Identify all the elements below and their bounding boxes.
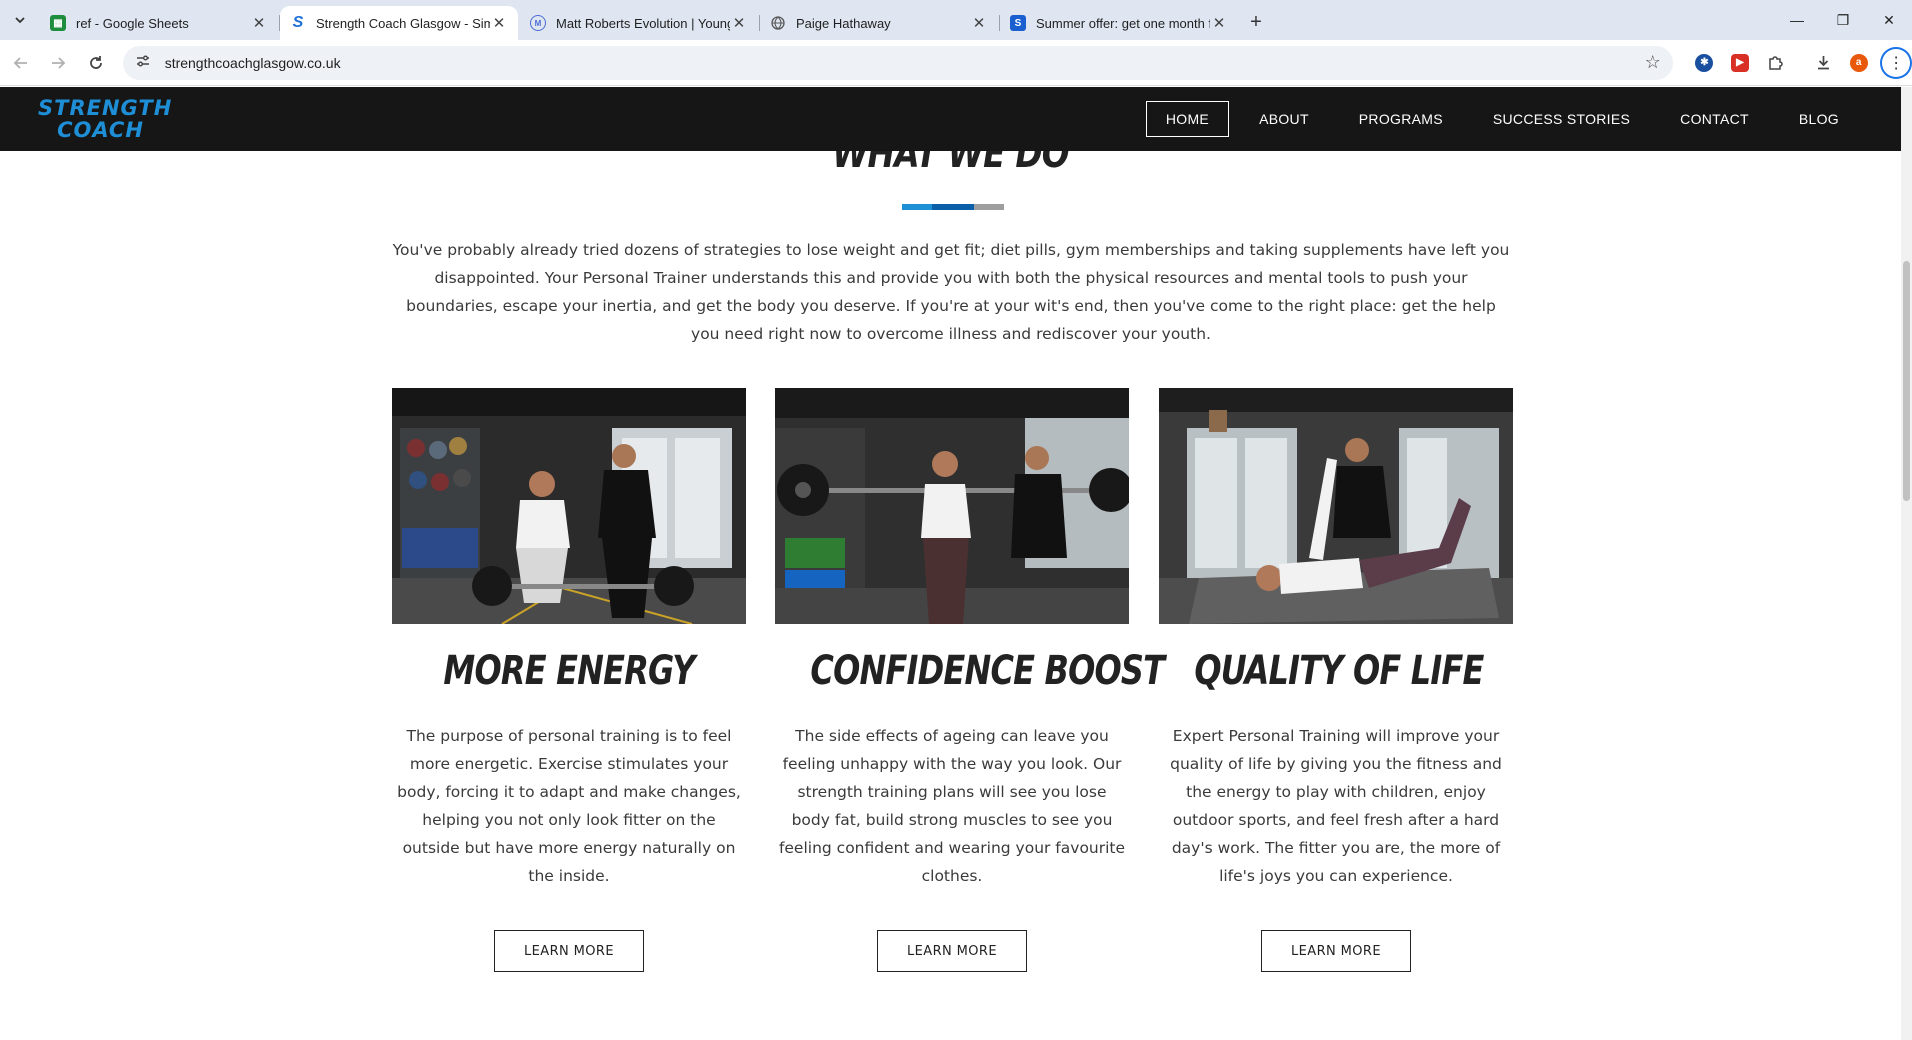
new-tab-button[interactable]: + [1240, 6, 1272, 38]
main-nav: HOME ABOUT PROGRAMS SUCCESS STORIES CONT… [1136, 101, 1859, 137]
address-bar[interactable]: strengthcoachglasgow.co.uk ☆ [122, 45, 1673, 80]
site-settings-icon[interactable] [135, 53, 151, 72]
bookmark-star-icon[interactable]: ☆ [1645, 52, 1661, 73]
reload-button[interactable] [79, 46, 113, 80]
close-window-icon[interactable]: ✕ [1866, 0, 1912, 40]
chevron-down-icon [15, 17, 25, 24]
arrow-left-icon [13, 56, 27, 69]
forward-button[interactable] [42, 46, 76, 80]
feature-card: MORE ENERGY The purpose of personal trai… [392, 388, 746, 972]
nav-success-stories[interactable]: SUCCESS STORIES [1473, 101, 1650, 137]
browser-tab[interactable]: S Summer offer: get one month f ✕ [1000, 6, 1238, 40]
feature-card: QUALITY OF LIFE Expert Personal Training… [1159, 388, 1513, 972]
url-text[interactable]: strengthcoachglasgow.co.uk [165, 55, 1645, 71]
tab-title: Paige Hathaway [796, 15, 891, 31]
intro-paragraph: You've probably already tried dozens of … [392, 241, 1510, 343]
site-header: STRENGTH COACH HOME ABOUT PROGRAMS SUCCE… [0, 87, 1901, 151]
gym-photo [1159, 388, 1513, 624]
learn-more-button[interactable]: LEARN MORE [494, 930, 644, 972]
nav-contact[interactable]: CONTACT [1660, 101, 1769, 137]
nav-programs[interactable]: PROGRAMS [1339, 101, 1463, 137]
sheets-icon: ▦ [50, 15, 66, 31]
feature-card: CONFIDENCE BOOST The side effects of age… [775, 388, 1165, 972]
close-icon[interactable]: ✕ [1210, 14, 1228, 32]
tab-title: Strength Coach Glasgow - Simp [316, 15, 490, 31]
close-icon[interactable]: ✕ [730, 14, 748, 32]
page-scrollbar[interactable] [1901, 87, 1912, 1040]
offer-favicon: S [1010, 15, 1026, 31]
browser-tab-active[interactable]: S Strength Coach Glasgow - Simp ✕ [280, 6, 518, 40]
matt-roberts-favicon: M [530, 15, 546, 31]
gym-photo [392, 388, 746, 624]
browser-tab[interactable]: Paige Hathaway ✕ [760, 6, 1000, 40]
restore-icon[interactable]: ❐ [1820, 0, 1866, 40]
close-icon[interactable]: ✕ [250, 14, 268, 32]
minimize-icon[interactable]: — [1774, 0, 1820, 40]
nav-home[interactable]: HOME [1145, 101, 1230, 137]
browser-tab[interactable]: ▦ ref - Google Sheets ✕ [40, 6, 280, 40]
window-controls: — ❐ ✕ [1774, 0, 1912, 40]
tab-title: Summer offer: get one month f [1036, 15, 1210, 31]
downloads-button[interactable] [1805, 46, 1841, 80]
reload-icon [90, 55, 102, 69]
extension-button[interactable]: ✱ [1687, 46, 1723, 80]
page-viewport: STRENGTH COACH HOME ABOUT PROGRAMS SUCCE… [0, 87, 1912, 1040]
extension-icon: ✱ [1695, 53, 1714, 72]
tab-title: Matt Roberts Evolution | Young [556, 15, 730, 31]
card-text: The side effects of ageing can leave you… [778, 727, 1126, 885]
arrow-right-icon [52, 56, 66, 69]
browser-tab[interactable]: M Matt Roberts Evolution | Young ✕ [520, 6, 760, 40]
nav-about[interactable]: ABOUT [1239, 101, 1329, 137]
logo-line-1: STRENGTH [38, 96, 173, 120]
browser-menu-button[interactable]: ⋮ [1880, 46, 1912, 79]
learn-more-button[interactable]: LEARN MORE [1261, 930, 1411, 972]
card-text: The purpose of personal training is to f… [397, 727, 741, 885]
extensions-menu-button[interactable] [1758, 46, 1794, 80]
site-logo[interactable]: STRENGTH COACH [38, 96, 173, 143]
avatar: a [1849, 53, 1868, 72]
browser-toolbar: strengthcoachglasgow.co.uk ☆ ✱ ▶ a ⋮ [0, 40, 1912, 86]
learn-more-button[interactable]: LEARN MORE [877, 930, 1027, 972]
close-icon[interactable]: ✕ [970, 14, 988, 32]
close-icon[interactable]: ✕ [490, 14, 508, 32]
extension-button[interactable]: ▶ [1722, 46, 1758, 80]
tab-search-button[interactable] [0, 0, 40, 40]
more-vert-icon: ⋮ [1888, 54, 1905, 72]
card-text: Expert Personal Training will improve yo… [1170, 727, 1502, 885]
tab-title: ref - Google Sheets [76, 15, 189, 31]
logo-line-2: COACH [57, 118, 144, 142]
title-underline [902, 204, 1004, 210]
puzzle-icon [1769, 56, 1783, 70]
globe-icon [770, 15, 786, 31]
strength-coach-favicon: S [292, 14, 304, 31]
card-title: QUALITY OF LIFE [1194, 648, 1484, 694]
gym-photo [775, 388, 1129, 624]
scrollbar-thumb[interactable] [1903, 261, 1910, 501]
shield-icon: ▶ [1731, 53, 1749, 72]
card-title: MORE ENERGY [443, 648, 695, 694]
browser-tab-strip: ▦ ref - Google Sheets ✕ S Strength Coach… [0, 0, 1912, 40]
profile-button[interactable]: a [1841, 46, 1877, 80]
card-title: CONFIDENCE BOOST [810, 648, 1165, 694]
nav-blog[interactable]: BLOG [1779, 101, 1859, 137]
back-button[interactable] [4, 46, 38, 80]
download-icon [1817, 56, 1829, 70]
